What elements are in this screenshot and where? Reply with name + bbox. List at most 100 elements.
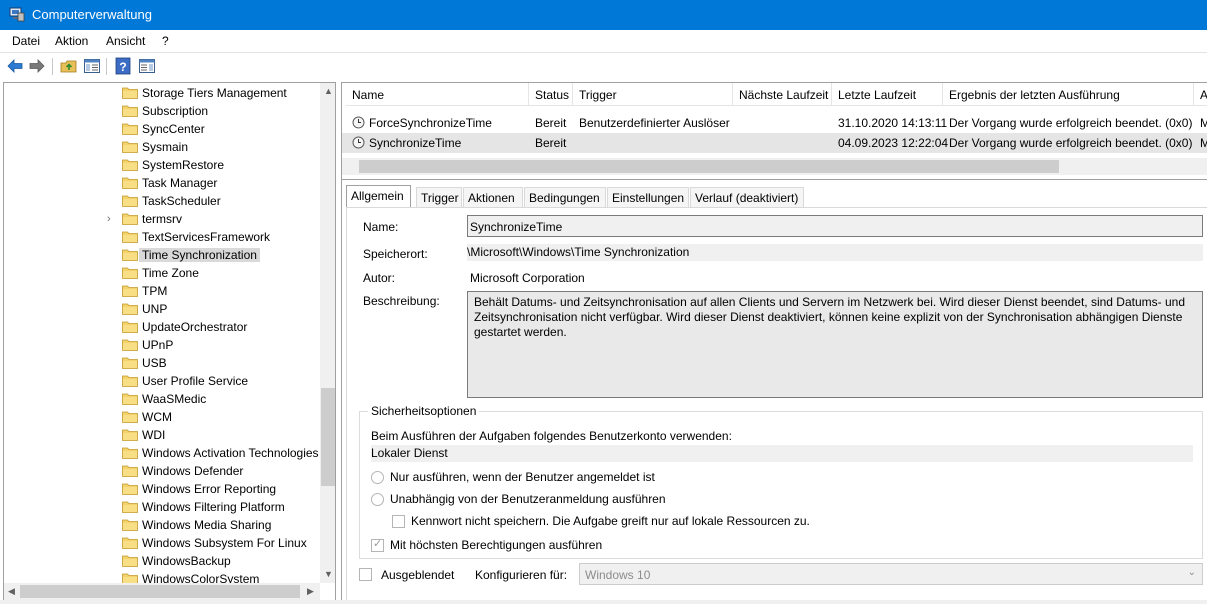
tree-item[interactable]: UpdateOrchestrator [4, 318, 320, 336]
tree-item[interactable]: Windows Error Reporting [4, 480, 320, 498]
task-trigger: Benutzerdefinierter Auslöser [579, 116, 730, 130]
column-header-name[interactable]: Name [346, 83, 529, 106]
tree-item[interactable]: Windows Activation Technologies [4, 444, 320, 462]
task-description-field[interactable]: Behält Datums- und Zeitsynchronisation a… [467, 291, 1203, 398]
description-label: Beschreibung: [363, 294, 440, 308]
tree-item[interactable]: UPnP [4, 336, 320, 354]
folder-icon [122, 302, 138, 315]
task-location-field[interactable]: \Microsoft\Windows\Time Synchronization [467, 244, 1203, 261]
checkbox-hidden[interactable] [359, 568, 372, 581]
status-bar [0, 600, 1207, 604]
user-account-field[interactable]: Lokaler Dienst [371, 445, 1193, 462]
scroll-right-arrow-icon[interactable]: ▶ [307, 586, 314, 597]
tree-item[interactable]: TaskScheduler [4, 192, 320, 210]
radio-run-independent[interactable] [371, 493, 384, 506]
tree-item[interactable]: Task Manager [4, 174, 320, 192]
author-label: Autor: [363, 271, 396, 285]
tab-bedingungen[interactable]: Bedingungen [524, 187, 606, 208]
navigation-tree[interactable]: Storage Tiers Management Subscription Sync… [3, 82, 336, 601]
tab-einstellungen[interactable]: Einstellungen [607, 187, 689, 208]
tree-vertical-scrollbar[interactable]: ▲ ▼ [320, 83, 335, 583]
option-no-password-label: Kennwort nicht speichern. Die Aufgabe gr… [411, 514, 810, 528]
column-header-next-run[interactable]: Nächste Laufzeit [733, 83, 832, 106]
table-row[interactable]: ForceSynchronizeTime Bereit Benutzerdefi… [342, 113, 1207, 133]
task-list-horizontal-scrollbar[interactable] [342, 158, 1207, 175]
tree-item[interactable]: User Profile Service [4, 372, 320, 390]
task-clock-icon [352, 116, 365, 129]
tree-item[interactable]: TPM [4, 282, 320, 300]
tree-item[interactable]: Time Synchronization [4, 246, 320, 264]
show-hide-tree-icon[interactable] [83, 57, 101, 75]
folder-icon [122, 86, 138, 99]
folder-icon [122, 338, 138, 351]
help-icon[interactable]: ? [114, 57, 132, 75]
tree-item[interactable]: Subscription [4, 102, 320, 120]
folder-icon [122, 554, 138, 567]
column-header-last-result[interactable]: Ergebnis der letzten Ausführung [943, 83, 1194, 106]
column-header-last-run[interactable]: Letzte Laufzeit [832, 83, 943, 106]
show-hide-action-pane-icon[interactable] [138, 57, 156, 75]
tree-item[interactable]: › termsrv [4, 210, 320, 228]
tree-item[interactable]: WaaSMedic [4, 390, 320, 408]
tree-item[interactable]: SyncCenter [4, 120, 320, 138]
table-row[interactable]: SynchronizeTime Bereit 04.09.2023 12:22:… [342, 133, 1207, 153]
tree-item[interactable]: Windows Subsystem For Linux [4, 534, 320, 552]
tree-item[interactable]: Storage Tiers Management [4, 84, 320, 102]
folder-icon [122, 176, 138, 189]
menu-help[interactable]: ? [162, 34, 169, 48]
task-name-field[interactable]: SynchronizeTime [467, 215, 1203, 237]
toolbar-separator [52, 58, 53, 75]
column-header-status[interactable]: Status [529, 83, 573, 106]
tree-item-label: UPnP [142, 338, 174, 352]
radio-run-logged-on[interactable] [371, 471, 384, 484]
tree-item[interactable]: SystemRestore [4, 156, 320, 174]
details-pane: Name Status Trigger Nächste Laufzeit Let… [341, 82, 1207, 601]
folder-icon [122, 158, 138, 171]
expand-chevron-icon[interactable]: › [107, 213, 111, 225]
scroll-down-arrow-icon[interactable]: ▼ [324, 569, 333, 579]
tree-item[interactable]: UNP [4, 300, 320, 318]
configure-for-value: Windows 10 [585, 568, 651, 582]
configure-for-select[interactable]: Windows 10 ⌄ [579, 563, 1203, 585]
scrollbar-thumb[interactable] [359, 160, 1059, 173]
tree-item[interactable]: Time Zone [4, 264, 320, 282]
task-last-result: Der Vorgang wurde erfolgreich beendet. (… [949, 116, 1193, 130]
tree-item[interactable]: TextServicesFramework [4, 228, 320, 246]
tab-allgemein[interactable]: Allgemein [346, 185, 411, 208]
menu-aktion[interactable]: Aktion [55, 34, 88, 48]
tree-item[interactable]: WCM [4, 408, 320, 426]
column-header-trigger[interactable]: Trigger [573, 83, 733, 106]
tree-item[interactable]: Windows Defender [4, 462, 320, 480]
forward-icon[interactable] [28, 57, 46, 75]
tab-aktionen[interactable]: Aktionen [463, 187, 523, 208]
tree-item[interactable]: WDI [4, 426, 320, 444]
tree-item-label: SyncCenter [142, 122, 205, 136]
tree-item[interactable]: Sysmain [4, 138, 320, 156]
menu-bar: Datei Aktion Ansicht ? [0, 30, 1207, 52]
tree-item[interactable]: Windows Media Sharing [4, 516, 320, 534]
folder-icon [122, 140, 138, 153]
tree-item[interactable]: WindowsBackup [4, 552, 320, 570]
tree-item[interactable]: Windows Filtering Platform [4, 498, 320, 516]
checkbox-highest-privileges[interactable]: ✓ [371, 538, 384, 552]
tree-item-label: Time Zone [142, 266, 199, 280]
back-icon[interactable] [6, 57, 24, 75]
menu-ansicht[interactable]: Ansicht [106, 34, 145, 48]
tab-trigger[interactable]: Trigger [416, 187, 462, 208]
scrollbar-thumb[interactable] [20, 585, 300, 598]
scroll-up-arrow-icon[interactable]: ▲ [324, 86, 333, 96]
configure-for-label: Konfigurieren für: [475, 568, 568, 582]
tree-horizontal-scrollbar[interactable]: ◀ ▶ [4, 583, 320, 600]
tree-item-label: TPM [142, 284, 168, 298]
tab-verlauf[interactable]: Verlauf (deaktiviert) [690, 187, 804, 208]
scroll-left-arrow-icon[interactable]: ◀ [8, 586, 15, 597]
menu-datei[interactable]: Datei [12, 34, 40, 48]
column-header-author[interactable]: A [1194, 83, 1207, 106]
folder-icon [122, 356, 138, 369]
task-list[interactable]: Name Status Trigger Nächste Laufzeit Let… [342, 82, 1207, 180]
up-folder-icon[interactable] [60, 57, 78, 75]
scrollbar-thumb[interactable] [321, 388, 335, 486]
checkbox-no-password[interactable] [392, 515, 405, 528]
window-title: Computerverwaltung [32, 7, 152, 22]
tree-item[interactable]: USB [4, 354, 320, 372]
